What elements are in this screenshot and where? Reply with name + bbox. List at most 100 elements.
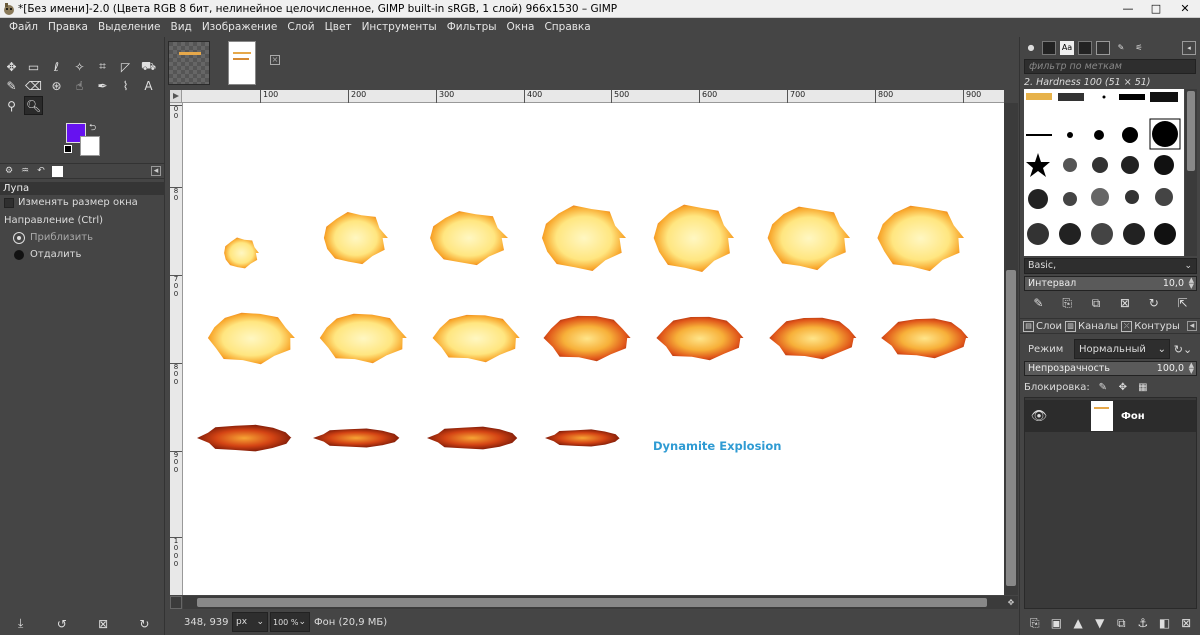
composite-mode-icon[interactable]: ↻⌄ (1170, 339, 1196, 359)
maximize-button[interactable]: □ (1142, 0, 1170, 18)
open-as-image-icon[interactable]: ⇱ (1175, 295, 1191, 311)
patterns-tab-icon[interactable] (1042, 40, 1056, 55)
palettes-tab-icon[interactable] (1078, 40, 1092, 55)
swap-colors-icon[interactable]: ⮌ (89, 120, 96, 136)
reset-options-icon[interactable]: ↻ (136, 616, 152, 632)
text-tool-icon[interactable]: A (139, 76, 158, 95)
paths-tool-icon[interactable]: ✒ (93, 76, 112, 95)
images-tab-icon[interactable] (52, 165, 63, 177)
fuzzy-select-tool-icon[interactable]: ✧ (70, 57, 89, 76)
minimize-button[interactable]: — (1114, 0, 1142, 18)
tab-layers[interactable]: ▤ Слои (1023, 320, 1062, 332)
bucket-fill-tool-icon[interactable]: ⛟ (139, 57, 158, 76)
opacity-slider[interactable]: Непрозрачность 100,0 ▲ ▼ (1024, 361, 1197, 376)
menu-view[interactable]: Вид (166, 18, 197, 37)
anchor-layer-icon[interactable]: ⚓ (1135, 615, 1151, 631)
horizontal-ruler[interactable]: 100 200 300 400 500 600 700 800 900 (182, 90, 1004, 103)
save-options-icon[interactable]: ⤓ (13, 616, 29, 632)
delete-layer-icon[interactable]: ⊠ (1178, 615, 1194, 631)
brush-grid[interactable] (1024, 89, 1184, 256)
menu-colors[interactable]: Цвет (320, 18, 357, 37)
zoom-in-radio[interactable] (14, 232, 24, 243)
menu-file[interactable]: Файл (4, 18, 43, 37)
brush-preset-select[interactable]: Basic, ⌄ (1024, 258, 1197, 274)
menu-edit[interactable]: Правка (43, 18, 93, 37)
brush-tag-filter-input[interactable]: фильтр по меткам (1024, 59, 1196, 74)
zoom-out-option[interactable]: Отдалить (4, 249, 81, 260)
resize-window-checkbox[interactable] (4, 197, 14, 208)
spin-arrows-icon[interactable]: ▲ ▼ (1189, 277, 1194, 290)
background-color-swatch[interactable] (80, 136, 100, 156)
zoom-in-option[interactable]: Приблизить (4, 232, 93, 243)
zoom-select[interactable]: 100 % ⌄ (270, 612, 310, 632)
panel-menu-icon[interactable]: ◂ (1187, 321, 1197, 331)
eraser-tool-icon[interactable]: ⌫ (24, 76, 43, 95)
lock-position-icon[interactable]: ✥ (1116, 380, 1130, 394)
panel-menu-icon[interactable]: ◂ (1182, 40, 1196, 55)
ruler-corner[interactable] (170, 90, 182, 103)
image-canvas[interactable]: Dynamite Explosion (183, 103, 1004, 595)
layer-list[interactable]: 👁︎ Фон (1024, 397, 1197, 609)
vertical-ruler[interactable]: 0 0 8 0 7 0 0 8 0 0 9 0 0 1 0 0 0 (170, 103, 183, 595)
menu-tools[interactable]: Инструменты (357, 18, 442, 37)
lasso-tool-icon[interactable]: ℓ (47, 57, 66, 76)
layer-mask-icon[interactable]: ◧ (1157, 615, 1173, 631)
delete-brush-icon[interactable]: ⊠ (1117, 295, 1133, 311)
lock-pixels-icon[interactable]: ✎ (1096, 380, 1110, 394)
quick-mask-toggle[interactable] (170, 596, 182, 609)
dynamics-tab-icon[interactable]: ✎ (1114, 41, 1128, 55)
transform-tool-icon[interactable]: ◸ (116, 57, 135, 76)
clone-tool-icon[interactable]: ⊛ (47, 76, 66, 95)
delete-options-icon[interactable]: ⊠ (95, 616, 111, 632)
rect-select-tool-icon[interactable]: ▭ (24, 57, 43, 76)
refresh-brushes-icon[interactable]: ↻ (1146, 295, 1162, 311)
vertical-scrollbar[interactable] (1004, 103, 1018, 595)
layer-row[interactable]: 👁︎ Фон (1025, 400, 1196, 432)
warp-tool-icon[interactable]: ⌇ (116, 76, 135, 95)
smudge-tool-icon[interactable]: ☝ (70, 76, 89, 95)
mypaint-brushes-tab-icon[interactable]: ⚟ (1132, 41, 1146, 55)
menu-layer[interactable]: Слой (282, 18, 319, 37)
brush-grid-scrollbar[interactable] (1185, 89, 1197, 256)
gradients-tab-icon[interactable] (1096, 40, 1110, 55)
crop-tool-icon[interactable]: ⌗ (93, 57, 112, 76)
close-tab-icon[interactable]: × (270, 55, 280, 65)
navigate-icon[interactable]: ✥ (1004, 596, 1018, 609)
color-picker-tool-icon[interactable]: ⚲ (2, 96, 21, 115)
restore-options-icon[interactable]: ↺ (54, 616, 70, 632)
menu-image[interactable]: Изображение (197, 18, 283, 37)
horizontal-scrollbar[interactable] (183, 596, 1004, 609)
image-tab-1[interactable] (168, 41, 210, 85)
menu-windows[interactable]: Окна (502, 18, 540, 37)
paintbrush-tool-icon[interactable]: ✎ (2, 76, 21, 95)
zoom-tool-icon[interactable]: 🔍︎ (24, 96, 43, 115)
undo-history-tab-icon[interactable]: ↶ (34, 164, 48, 178)
new-layer-group-icon[interactable]: ▣ (1048, 615, 1064, 631)
panel-menu-icon[interactable]: ◂ (151, 166, 161, 176)
tab-channels[interactable]: ▥ Каналы (1065, 320, 1118, 332)
unit-select[interactable]: px ⌄ (232, 612, 268, 632)
close-window-button[interactable]: ✕ (1170, 0, 1200, 18)
layer-mode-select[interactable]: Нормальный ⌄ (1074, 339, 1170, 359)
new-layer-icon[interactable]: ⎘ (1027, 615, 1043, 631)
brushes-tab-icon[interactable]: ● (1024, 41, 1038, 55)
raise-layer-icon[interactable]: ▲ (1070, 615, 1086, 631)
edit-brush-icon[interactable]: ✎ (1030, 295, 1046, 311)
fonts-tab-icon[interactable]: Aa (1060, 40, 1074, 55)
tab-paths[interactable]: ⤫ Контуры (1121, 320, 1180, 332)
menu-select[interactable]: Выделение (93, 18, 166, 37)
lock-alpha-icon[interactable]: ▦ (1136, 380, 1150, 394)
reset-colors-icon[interactable] (64, 145, 72, 153)
lower-layer-icon[interactable]: ▼ (1092, 615, 1108, 631)
visibility-eye-icon[interactable]: 👁︎ (1025, 409, 1053, 424)
tool-options-tab-icon[interactable]: ⚙ (2, 164, 16, 178)
duplicate-brush-icon[interactable]: ⧉ (1088, 295, 1104, 311)
resize-window-option[interactable]: Изменять размер окна (4, 197, 138, 208)
move-tool-icon[interactable]: ✥ (2, 57, 21, 76)
zoom-out-radio[interactable] (14, 249, 24, 260)
new-brush-icon[interactable]: ⎘ (1059, 295, 1075, 311)
menu-help[interactable]: Справка (539, 18, 595, 37)
brush-spacing-slider[interactable]: Интервал 10,0 ▲ ▼ (1024, 276, 1197, 291)
duplicate-layer-icon[interactable]: ⧉ (1113, 615, 1129, 631)
image-tab-2[interactable] (228, 41, 256, 85)
